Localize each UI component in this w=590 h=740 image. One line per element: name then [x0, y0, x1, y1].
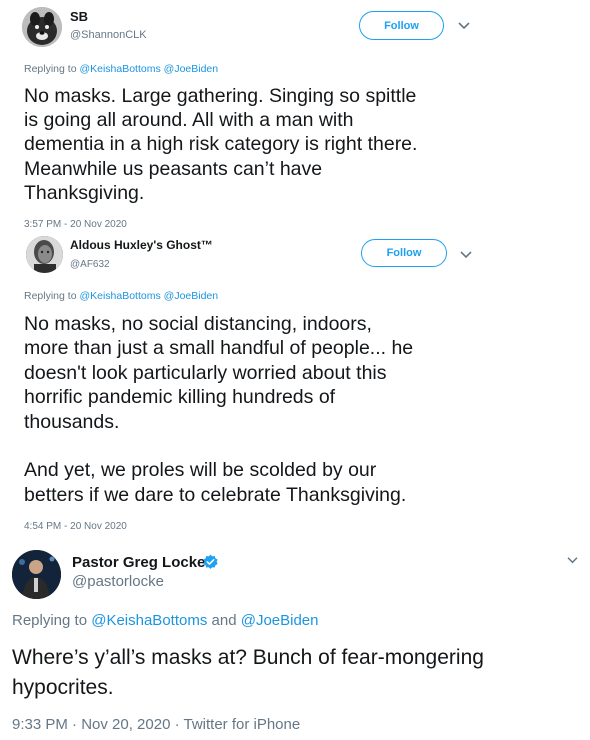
tweet-timestamp[interactable]: 3:57 PM - 20 Nov 2020 [24, 219, 127, 230]
display-name[interactable]: SB [70, 9, 88, 24]
tweet-timestamp[interactable]: 9:33 PM · Nov 20, 2020 · Twitter for iPh… [12, 716, 300, 733]
display-name[interactable]: Pastor Greg Locke [72, 554, 205, 571]
chevron-down-icon[interactable] [566, 556, 579, 565]
mention-link[interactable]: @JoeBiden [164, 290, 218, 302]
chevron-down-icon[interactable] [459, 250, 473, 260]
mention-link[interactable]: @KeishaBottoms [91, 612, 207, 629]
mention-link[interactable]: @JoeBiden [164, 63, 218, 75]
tweet-af632: Aldous Huxley's Ghost™ @AF632 Follow Rep… [0, 233, 590, 538]
verified-badge-icon [203, 554, 218, 569]
user-avatar[interactable] [22, 7, 62, 47]
mention-link[interactable]: @KeishaBottoms [79, 63, 160, 75]
tweet-text: Where’s y’all’s masks at? Bunch of fear-… [12, 646, 484, 699]
tweet-sb: SB @ShannonCLK Follow Replying to @Keish… [0, 0, 590, 235]
mention-link[interactable]: @JoeBiden [241, 612, 319, 629]
user-handle[interactable]: @pastorlocke [72, 573, 164, 590]
tweet-text: No masks. Large gathering. Singing so sp… [24, 85, 418, 204]
replying-to: Replying to @KeishaBottoms @JoeBiden [24, 63, 218, 75]
tweet-text: No masks, no social distancing, indoors,… [24, 313, 414, 506]
replying-to-label: Replying to [24, 63, 80, 75]
replying-to: Replying to @KeishaBottoms and @JoeBiden [12, 612, 319, 629]
tweet-pastorlocke: Pastor Greg Locke @pastorlocke Replying … [0, 540, 590, 740]
follow-button[interactable]: Follow [359, 11, 444, 40]
follow-button[interactable]: Follow [361, 239, 447, 267]
reply-separator: and [207, 612, 241, 629]
mention-link[interactable]: @KeishaBottoms [79, 290, 160, 302]
display-name[interactable]: Aldous Huxley's Ghost™ [70, 238, 213, 252]
replying-to: Replying to @KeishaBottoms @JoeBiden [24, 290, 218, 302]
replying-to-label: Replying to [12, 612, 92, 629]
replying-to-label: Replying to [24, 290, 80, 302]
user-handle[interactable]: @ShannonCLK [70, 29, 147, 41]
user-handle[interactable]: @AF632 [70, 259, 110, 270]
chevron-down-icon[interactable] [457, 21, 471, 31]
tweet-timestamp[interactable]: 4:54 PM - 20 Nov 2020 [24, 521, 127, 532]
user-avatar[interactable] [26, 236, 63, 273]
user-avatar[interactable] [12, 550, 61, 599]
